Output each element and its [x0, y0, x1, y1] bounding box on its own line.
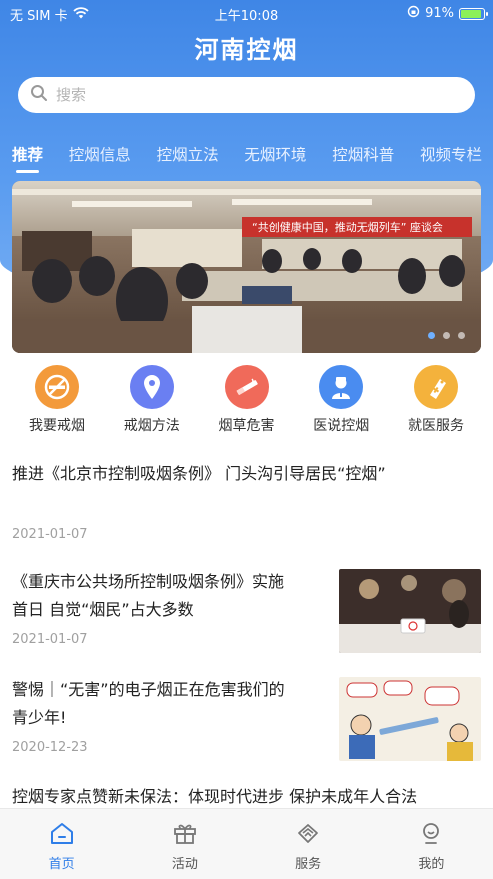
search-input[interactable] [56, 86, 436, 104]
carousel-dot[interactable] [428, 332, 435, 339]
quick-link-methods[interactable]: 戒烟方法 [105, 365, 199, 435]
news-title-line: 青少年! [12, 708, 67, 727]
no-smoking-icon [35, 365, 79, 409]
banner-image: “共创健康中国，推动无烟列车” 座谈会 [12, 181, 481, 353]
quick-link-label: 戒烟方法 [123, 418, 180, 434]
tab-smoke-free[interactable]: 无烟环境 [244, 143, 306, 171]
news-title: 控烟专家点赞新未保法：体现时代进步 保护未成年人合法 [12, 787, 418, 806]
tab-bar-label: 首页 [48, 857, 75, 872]
medicine-tag-icon [414, 365, 458, 409]
search-bar[interactable] [18, 77, 475, 113]
tab-recommend[interactable]: 推荐 [12, 143, 43, 173]
battery-fill [461, 9, 482, 18]
tab-science[interactable]: 控烟科普 [332, 143, 394, 171]
quick-link-quit-smoking[interactable]: 我要戒烟 [10, 365, 104, 435]
location-pin-icon [129, 365, 174, 409]
news-date: 2020-12-23 [12, 740, 88, 755]
news-item[interactable]: 《重庆市公共场所控制吸烟条例》实施 首日 自觉“烟民”占大多数 2021-01-… [0, 563, 493, 663]
handshake-icon [295, 821, 321, 849]
carousel-dot[interactable] [443, 332, 450, 339]
news-thumbnail [339, 677, 481, 761]
user-icon [418, 821, 444, 849]
quick-link-label: 医说控烟 [313, 418, 370, 434]
app-title: 河南控烟 [194, 35, 299, 64]
news-item[interactable]: 警惕｜“无害”的电子烟正在危害我们的 青少年! 2020-12-23 [0, 671, 493, 771]
tab-tobacco-info[interactable]: 控烟信息 [69, 143, 131, 171]
quick-link-doctor[interactable]: 医说控烟 [294, 365, 388, 435]
svg-text:“共创健康中国，推动无烟列车” 座谈会: “共创健康中国，推动无烟列车” 座谈会 [252, 220, 443, 234]
news-title-line: 《重庆市公共场所控制吸烟条例》实施 [12, 572, 285, 591]
gift-icon [172, 821, 198, 849]
news-date: 2021-01-07 [12, 527, 88, 542]
quick-link-medical[interactable]: 就医服务 [389, 365, 483, 435]
news-date: 2021-01-07 [12, 632, 88, 647]
tab-bar-profile[interactable]: 我的 [370, 809, 493, 879]
news-title-line: 首日 自觉“烟民”占大多数 [12, 600, 194, 619]
news-title: 警惕｜“无害”的电子烟正在危害我们的 青少年! [12, 676, 322, 732]
tab-bar-home[interactable]: 首页 [0, 809, 123, 879]
home-icon [49, 821, 75, 849]
cigarette-icon [224, 365, 269, 409]
quick-link-label: 烟草危害 [218, 418, 275, 434]
quick-links: 我要戒烟 戒烟方法 烟草危害 医说控烟 就医服务 [10, 365, 483, 435]
doctor-icon [319, 365, 364, 409]
tab-video[interactable]: 视频专栏 [420, 143, 482, 171]
tab-bar-label: 活动 [171, 857, 198, 872]
news-title: 推进《北京市控制吸烟条例》 门头沟引导居民“控烟” [12, 464, 386, 483]
tab-bar-activities[interactable]: 活动 [123, 809, 246, 879]
news-thumbnail [339, 569, 481, 653]
carousel-indicator [428, 332, 465, 339]
battery-icon [459, 7, 488, 20]
orientation-lock-icon [407, 5, 420, 22]
tab-legislation[interactable]: 控烟立法 [157, 143, 219, 171]
quick-link-harm[interactable]: 烟草危害 [200, 365, 294, 435]
quick-link-label: 我要戒烟 [29, 418, 85, 434]
banner-carousel[interactable]: “共创健康中国，推动无烟列车” 座谈会 [12, 181, 481, 353]
tab-bar-label: 服务 [295, 857, 322, 872]
category-tabs: 推荐 控烟信息 控烟立法 无烟环境 控烟科普 视频专栏 [12, 143, 482, 173]
news-title-line: 警惕｜“无害”的电子烟正在危害我们的 [12, 680, 285, 699]
tab-bar-label: 我的 [418, 857, 445, 872]
bottom-tab-bar: 首页 活动 服务 我的 [0, 808, 493, 879]
search-icon [30, 84, 48, 106]
status-bar: 无 SIM 卡 上午10:08 91% [0, 0, 493, 26]
battery-percent: 91% [425, 6, 454, 21]
carousel-dot[interactable] [458, 332, 465, 339]
news-title: 《重庆市公共场所控制吸烟条例》实施 首日 自觉“烟民”占大多数 [12, 568, 322, 624]
news-item[interactable]: 推进《北京市控制吸烟条例》 门头沟引导居民“控烟” 2021-01-07 [0, 445, 493, 555]
quick-link-label: 就医服务 [408, 418, 464, 434]
tab-bar-services[interactable]: 服务 [247, 809, 370, 879]
